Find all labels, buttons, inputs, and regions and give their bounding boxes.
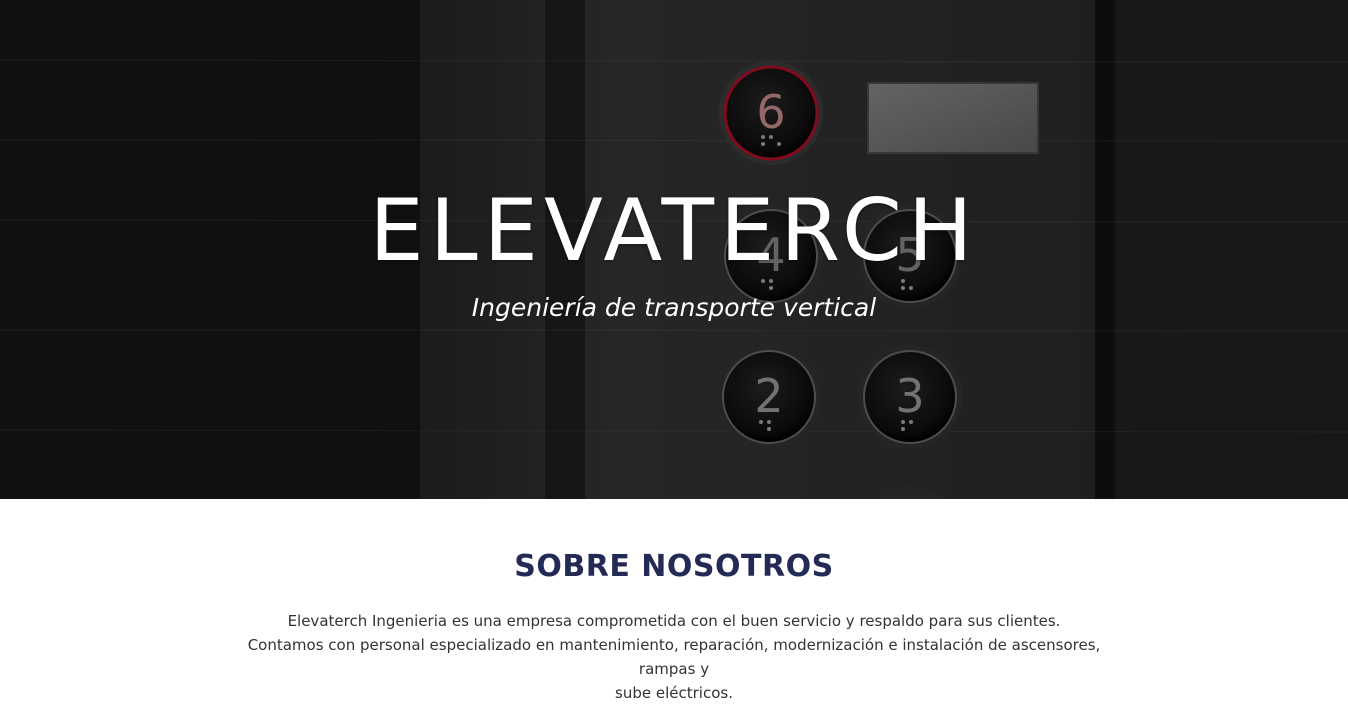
about-line-2: Contamos con personal especializado en m… [247, 636, 1101, 678]
hero-subtitle: Ingeniería de transporte vertical [471, 293, 877, 322]
about-title: SOBRE NOSOTROS [514, 549, 834, 584]
about-line-3: sube eléctricos. [615, 684, 733, 702]
about-description: Elevaterch Ingenieria es una empresa com… [230, 609, 1118, 705]
about-section: SOBRE NOSOTROS Elevaterch Ingenieria es … [0, 499, 1348, 702]
hero-section: 6 4 5 2 3 ELEVATERCH Ingeniería de trans… [0, 0, 1348, 499]
hero-title: ELEVATERCH [369, 181, 979, 281]
about-line-1: Elevaterch Ingenieria es una empresa com… [287, 612, 1061, 630]
